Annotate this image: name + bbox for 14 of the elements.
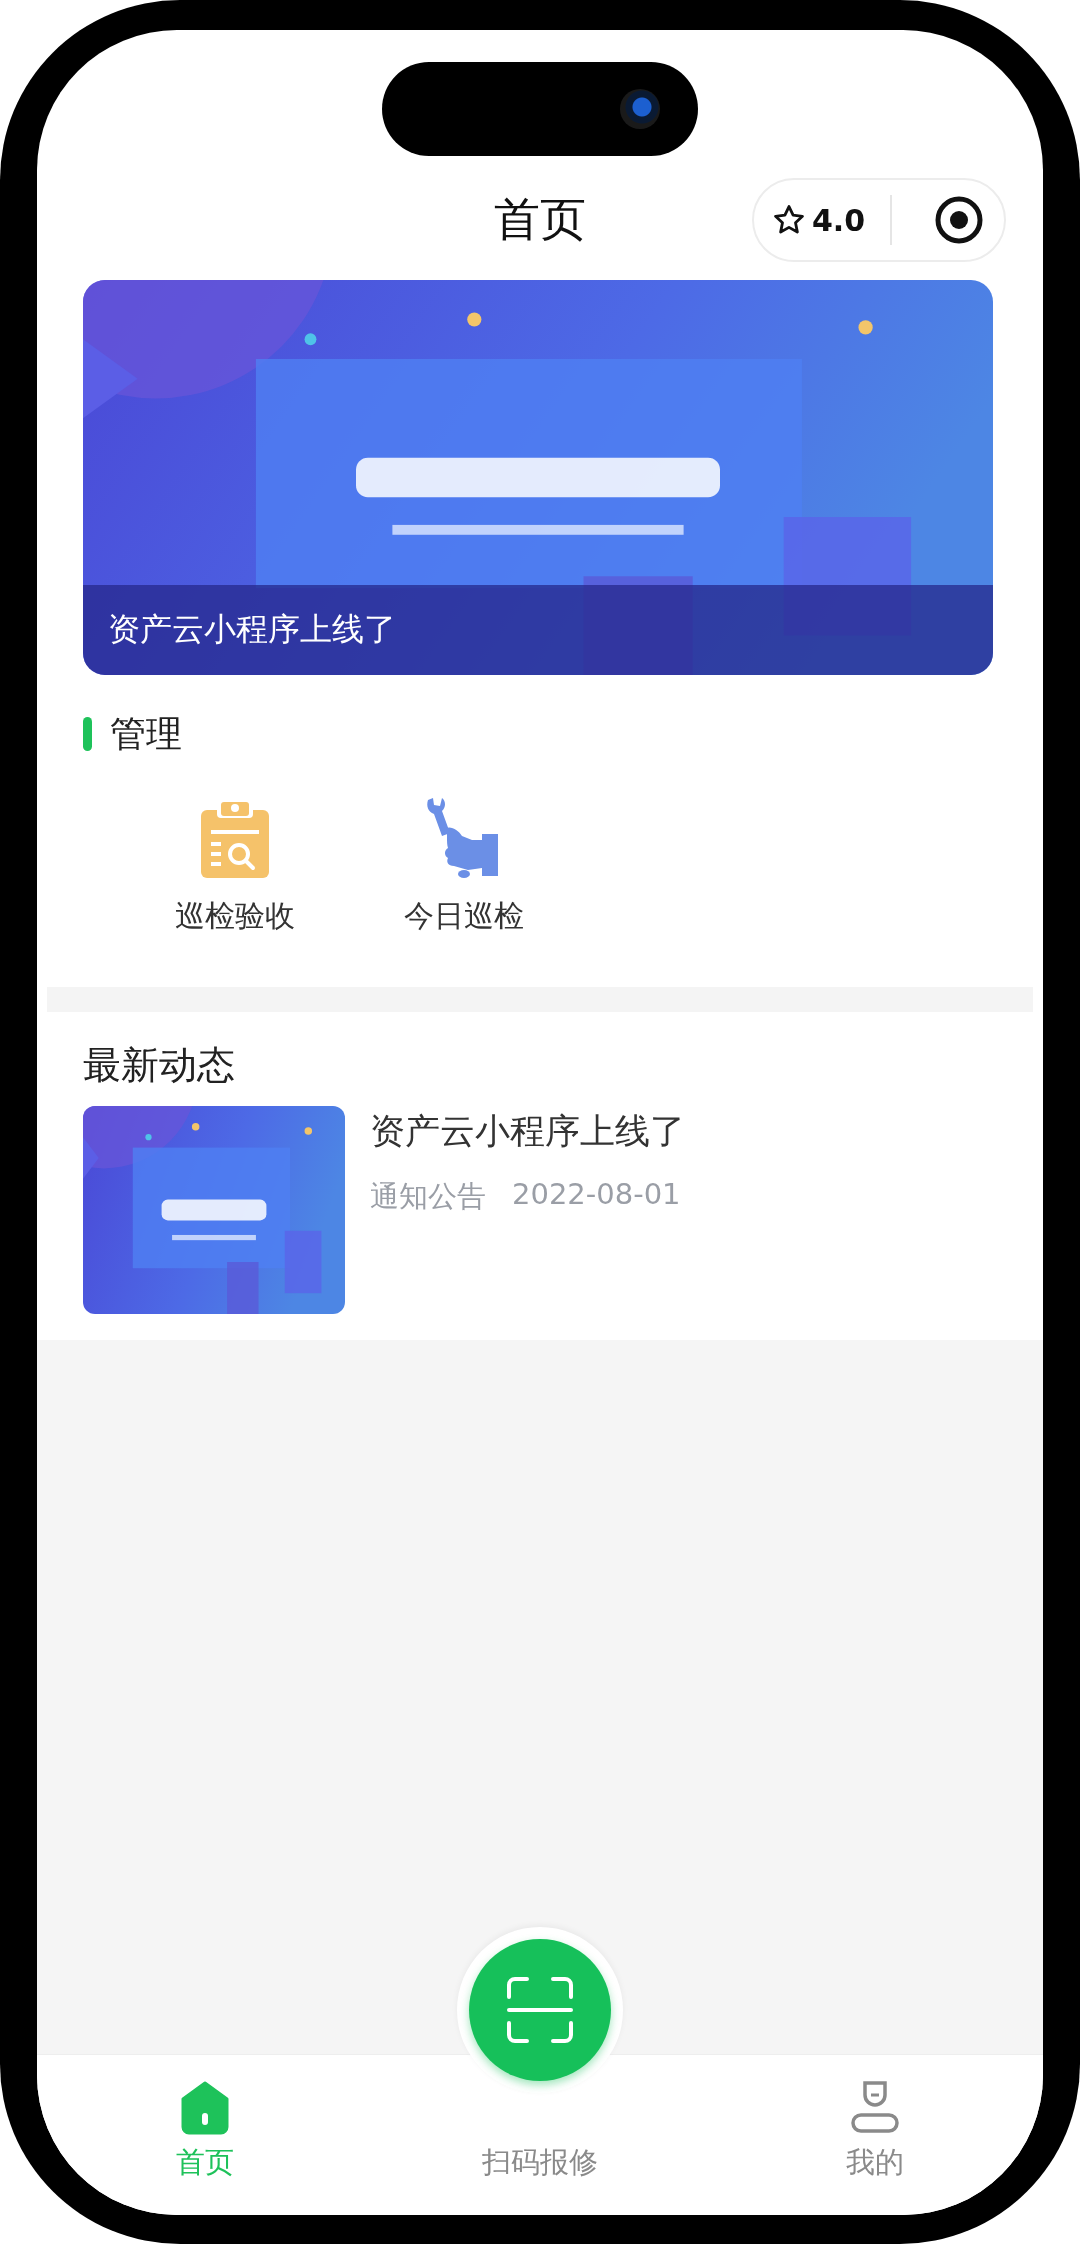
menu-label[interactable]: 巡检验收 xyxy=(174,896,295,937)
rating-text[interactable]: 4.0 xyxy=(812,202,866,238)
menu-label[interactable]: 今日巡检 xyxy=(403,896,524,937)
section-title: 管理 xyxy=(110,711,182,756)
accent-bar xyxy=(83,717,92,751)
news-category: 通知公告 xyxy=(370,1178,486,1215)
news-title[interactable]: 资产云小程序上线了 xyxy=(370,1108,685,1155)
scan-icon xyxy=(505,1975,575,2045)
section-title: 最新动态 xyxy=(83,1042,236,1089)
news-date: 2022-08-01 xyxy=(512,1177,681,1213)
star-icon xyxy=(772,203,806,237)
banner-caption[interactable]: 资产云小程序上线了 xyxy=(108,608,396,652)
close-target-icon[interactable] xyxy=(934,195,984,245)
page-title: 首页 xyxy=(494,191,586,248)
